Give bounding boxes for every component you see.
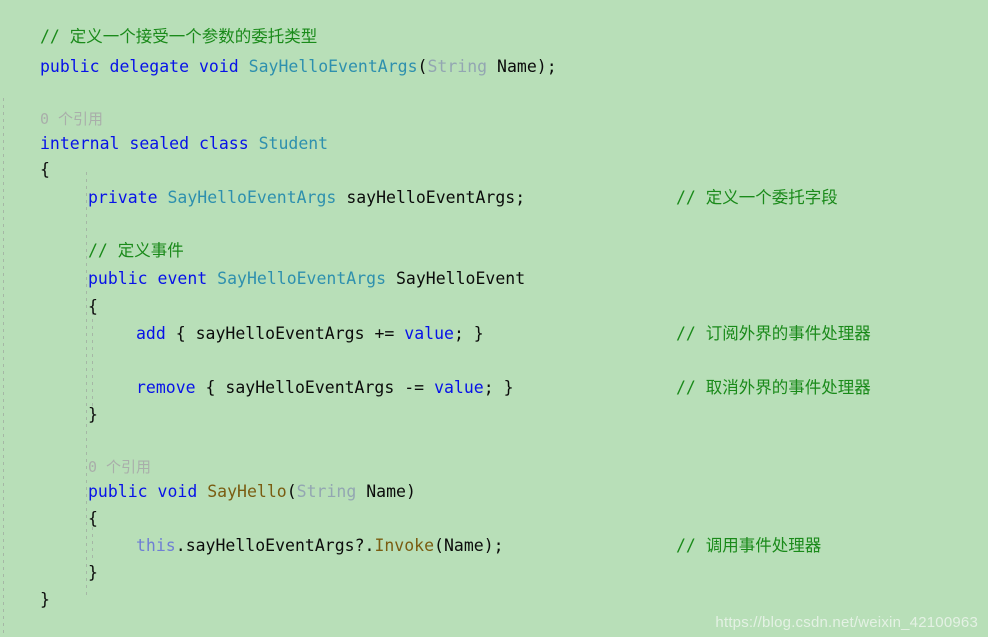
code-token: String [427,57,488,76]
code-line-12[interactable]: } [88,400,98,430]
trailing-comment-4: // 调用事件处理器 [676,536,822,555]
code-token: 0 个引用 [40,110,104,128]
code-token: void [198,57,239,76]
watermark: https://blog.csdn.net/weixin_42100963 [715,614,978,631]
code-token: class [198,134,249,153]
trailing-comment-1: // 定义一个委托字段 [676,188,838,207]
code-editor[interactable]: // 定义一个接受一个参数的委托类型 public delegate void S… [0,0,988,637]
code-line-7[interactable]: // 定义事件 [88,236,184,266]
code-line-16[interactable]: this.sayHelloEventArgs?.Invoke(Name); [136,531,504,561]
code-token: } [40,590,50,609]
code-token: { [165,324,196,343]
code-token: 0 个引用 [88,458,152,476]
code-token: String [296,482,357,501]
code-token: -= [394,378,435,397]
code-line-6[interactable]: private SayHelloEventArgs sayHelloEventA… [88,183,525,213]
code-line-1[interactable]: // 定义一个接受一个参数的委托类型 [40,22,317,52]
code-token: remove [136,378,196,397]
code-token: ( [286,482,297,501]
code-token: Invoke [374,536,435,555]
code-line-9[interactable]: { [88,292,98,322]
code-token: sayHelloEventArgs [195,324,365,343]
code-token: ); [536,57,557,76]
code-token: sayHelloEventArgs; [346,188,526,207]
trailing-comment-2: // 订阅外界的事件处理器 [676,324,871,343]
code-token: { [88,297,98,316]
code-token: } [88,563,98,582]
code-token: // 定义一个接受一个参数的委托类型 [40,27,318,46]
code-token: public [88,269,148,288]
code-token: ); [483,536,504,555]
code-token: SayHelloEvent [395,269,526,288]
code-token: // 定义事件 [88,241,184,260]
code-token: Name [366,482,406,501]
code-token: sealed [129,134,190,153]
code-token: Name [443,536,484,555]
code-token: event [157,269,208,288]
code-line-17[interactable]: } [88,558,98,588]
code-token: this [136,536,176,555]
code-line-4[interactable]: internal sealed class Student [40,129,328,159]
code-token: Student [258,134,329,153]
code-token: value [404,324,454,343]
code-token: SayHelloEventArgs [248,57,418,76]
code-line-5[interactable]: { [40,155,50,185]
code-token: ; } [453,324,484,343]
code-line-10[interactable]: add { sayHelloEventArgs += value; } [136,319,484,349]
code-token: Name [497,57,537,76]
code-token: . [175,536,186,555]
code-surface[interactable]: // 定义一个接受一个参数的委托类型 public delegate void S… [0,0,988,637]
code-line-14[interactable]: public void SayHello(String Name) [88,477,416,507]
code-token: sayHelloEventArgs?. [185,536,375,555]
code-line-2[interactable]: public delegate void SayHelloEventArgs(S… [40,52,557,82]
code-token: { [195,378,226,397]
code-token: ( [434,536,444,555]
code-token: add [136,324,166,343]
code-line-11[interactable]: remove { sayHelloEventArgs -= value; } [136,373,514,403]
code-token: public [88,482,148,501]
trailing-comment-3: // 取消外界的事件处理器 [676,378,871,397]
code-token: public [40,57,100,76]
code-token: sayHelloEventArgs [225,378,395,397]
code-token: SayHello [207,482,287,501]
code-token: ; } [483,378,514,397]
code-token: SayHelloEventArgs [217,269,387,288]
code-token: { [88,509,98,528]
code-token: ) [405,482,416,501]
code-line-18[interactable]: } [40,585,50,615]
code-token: ( [417,57,428,76]
code-token: delegate [109,57,190,76]
code-token: += [364,324,405,343]
code-token: value [434,378,484,397]
code-token: { [40,160,50,179]
code-token: } [88,405,98,424]
code-token: void [157,482,198,501]
code-token: SayHelloEventArgs [167,188,337,207]
code-line-8[interactable]: public event SayHelloEventArgs SayHelloE… [88,264,525,294]
code-line-15[interactable]: { [88,504,98,534]
code-token: private [88,188,158,207]
code-token: internal [40,134,120,153]
